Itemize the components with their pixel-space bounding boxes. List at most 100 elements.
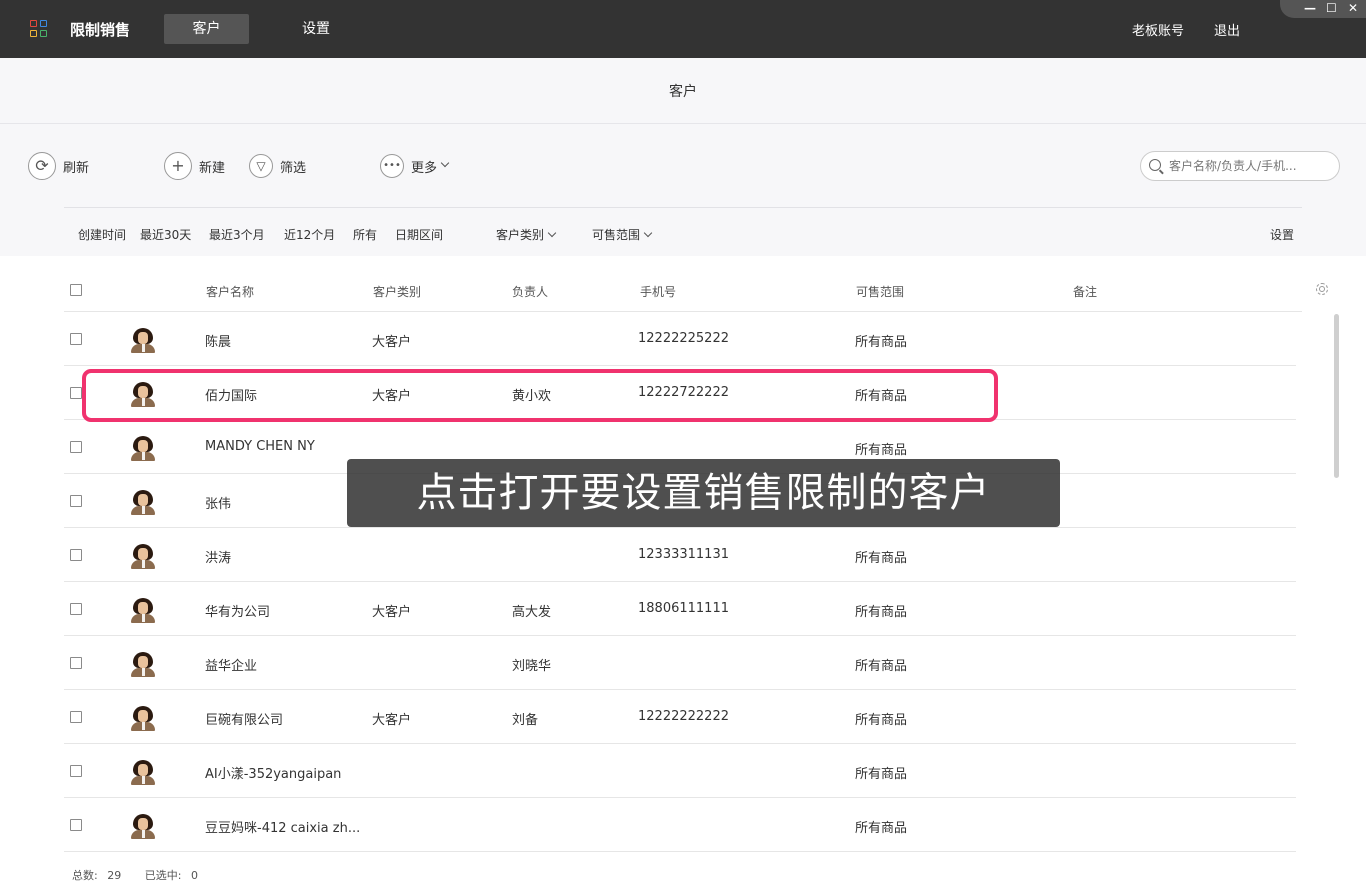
table-row[interactable]: 益华企业 刘晓华 所有商品 xyxy=(64,636,1296,690)
range-date-interval[interactable]: 日期区间 xyxy=(395,226,443,243)
refresh-icon: ⟳ xyxy=(28,152,56,180)
column-owner[interactable]: 负责人 xyxy=(512,283,548,300)
row-checkbox[interactable] xyxy=(70,495,82,507)
cell-name: 豆豆妈咪-412 caixia zh... xyxy=(205,821,361,836)
page-title: 客户 xyxy=(669,84,697,100)
customer-type-dropdown[interactable]: 客户类别 xyxy=(496,226,557,243)
avatar xyxy=(130,759,156,785)
total-label: 总数: xyxy=(72,869,98,882)
logout-link[interactable]: 退出 xyxy=(1214,20,1240,39)
minimize-icon[interactable]: — xyxy=(1304,1,1316,15)
column-type[interactable]: 客户类别 xyxy=(373,283,421,300)
chevron-down-icon xyxy=(440,158,450,168)
row-checkbox[interactable] xyxy=(70,711,82,723)
row-checkbox[interactable] xyxy=(70,657,82,669)
avatar xyxy=(130,813,156,839)
cell-scope: 所有商品 xyxy=(855,821,908,836)
cell-phone: 12222222222 xyxy=(638,709,729,724)
instruction-caption: 点击打开要设置销售限制的客户 xyxy=(347,459,1060,527)
account-link[interactable]: 老板账号 xyxy=(1132,20,1184,39)
cell-owner: 刘晓华 xyxy=(512,659,552,674)
row-checkbox[interactable] xyxy=(70,765,82,777)
avatar xyxy=(130,489,156,515)
cell-owner: 高大发 xyxy=(512,605,552,620)
filter-settings-link[interactable]: 设置 xyxy=(1270,226,1294,243)
avatar xyxy=(130,705,156,731)
column-name[interactable]: 客户名称 xyxy=(206,283,254,300)
table-row[interactable]: 巨碗有限公司 大客户 刘备 12222222222 所有商品 xyxy=(64,690,1296,744)
row-checkbox[interactable] xyxy=(70,549,82,561)
row-checkbox[interactable] xyxy=(70,441,82,453)
vertical-scrollbar[interactable] xyxy=(1334,314,1339,478)
cell-scope: 所有商品 xyxy=(855,605,908,620)
new-button[interactable]: + 新建 xyxy=(164,152,225,180)
search-input[interactable] xyxy=(1169,157,1334,175)
range-last-30-days[interactable]: 最近30天 xyxy=(140,226,191,243)
column-note[interactable]: 备注 xyxy=(1073,283,1097,300)
cell-name: 洪涛 xyxy=(205,551,232,566)
more-button[interactable]: ••• 更多 xyxy=(380,152,450,180)
table-footer: 总数: 29 已选中: 0 xyxy=(72,867,198,883)
cell-name: 张伟 xyxy=(205,497,232,512)
table-row[interactable]: 陈晨 大客户 12222225222 所有商品 xyxy=(64,312,1296,366)
more-label: 更多 xyxy=(411,160,438,176)
chevron-down-icon xyxy=(547,228,557,238)
column-phone[interactable]: 手机号 xyxy=(640,283,676,300)
range-all[interactable]: 所有 xyxy=(353,226,377,243)
gear-icon[interactable] xyxy=(1316,283,1328,295)
avatar xyxy=(130,543,156,569)
table-header: 客户名称 客户类别 负责人 手机号 可售范围 备注 xyxy=(64,256,1302,312)
row-checkbox[interactable] xyxy=(70,819,82,831)
close-icon[interactable]: ✕ xyxy=(1348,1,1358,15)
row-checkbox[interactable] xyxy=(70,603,82,615)
cell-name: MANDY CHEN NY xyxy=(205,439,315,454)
cell-scope: 所有商品 xyxy=(855,443,908,458)
table-row[interactable]: AI小漾-352yangaipan 所有商品 xyxy=(64,744,1296,798)
filter-label: 筛选 xyxy=(280,160,307,176)
row-checkbox[interactable] xyxy=(70,333,82,345)
refresh-button[interactable]: ⟳ 刷新 xyxy=(28,152,89,180)
cell-name: 陈晨 xyxy=(205,335,232,350)
cell-name: 华有为公司 xyxy=(205,605,271,620)
sale-scope-dropdown[interactable]: 可售范围 xyxy=(592,226,653,243)
cell-scope: 所有商品 xyxy=(855,767,908,782)
cell-owner: 刘备 xyxy=(512,713,539,728)
table-row[interactable]: 华有为公司 大客户 高大发 18806111111 所有商品 xyxy=(64,582,1296,636)
cell-phone: 12333311131 xyxy=(638,547,729,562)
refresh-label: 刷新 xyxy=(63,160,90,176)
row-highlight-outline xyxy=(82,369,998,422)
filter-button[interactable]: ▽ 筛选 xyxy=(249,152,306,180)
toolbar: ⟳ 刷新 + 新建 ▽ 筛选 ••• 更多 创建时间 最近30天 最近3个月 近… xyxy=(0,124,1366,256)
app-title: 限制销售 xyxy=(70,21,131,39)
cell-type: 大客户 xyxy=(372,605,412,620)
page-header: 客户 xyxy=(0,58,1366,124)
row-checkbox[interactable] xyxy=(70,387,82,399)
range-last-3-months[interactable]: 最近3个月 xyxy=(209,226,265,243)
selected-label: 已选中: xyxy=(144,869,182,882)
search-icon xyxy=(1149,159,1161,171)
range-last-12-months[interactable]: 近12个月 xyxy=(284,226,335,243)
table-row[interactable]: 豆豆妈咪-412 caixia zh... 所有商品 xyxy=(64,798,1296,852)
cell-phone: 18806111111 xyxy=(638,601,729,616)
column-scope[interactable]: 可售范围 xyxy=(856,283,904,300)
selected-count: 0 xyxy=(190,869,198,882)
search-box xyxy=(1140,151,1340,181)
chevron-down-icon xyxy=(643,228,653,238)
new-label: 新建 xyxy=(199,160,226,176)
cell-name: AI小漾-352yangaipan xyxy=(205,767,342,782)
top-nav-bar: 限制销售 客户 设置 老板账号 退出 — ☐ ✕ xyxy=(0,0,1366,58)
cell-scope: 所有商品 xyxy=(855,551,908,566)
avatar xyxy=(130,651,156,677)
tab-customers[interactable]: 客户 xyxy=(164,14,249,44)
cell-type: 大客户 xyxy=(372,335,412,350)
select-all-checkbox[interactable] xyxy=(70,284,82,296)
table-row[interactable]: 洪涛 12333311131 所有商品 xyxy=(64,528,1296,582)
cell-type: 大客户 xyxy=(372,713,412,728)
maximize-icon[interactable]: ☐ xyxy=(1326,1,1337,15)
tab-settings[interactable]: 设置 xyxy=(290,14,342,44)
customer-table: 客户名称 客户类别 负责人 手机号 可售范围 备注 陈晨 大客户 122222252… xyxy=(64,256,1304,854)
cell-phone: 12222225222 xyxy=(638,331,729,346)
customer-type-label: 客户类别 xyxy=(496,228,545,242)
sale-scope-label: 可售范围 xyxy=(592,228,641,242)
ellipsis-icon: ••• xyxy=(380,154,404,178)
